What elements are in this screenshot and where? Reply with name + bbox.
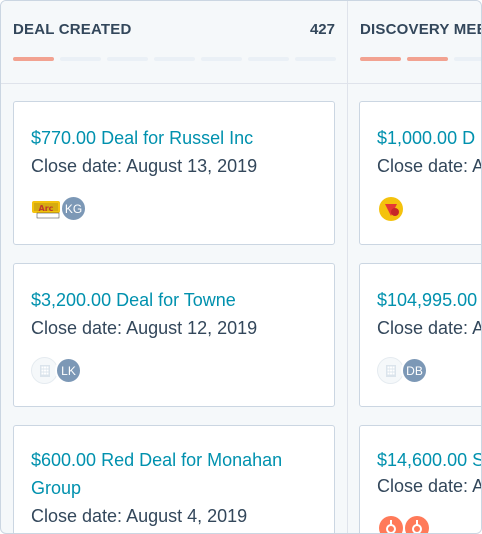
stage-progress [13, 57, 336, 61]
close-date: Close date: A [377, 318, 481, 339]
close-date-value: A [472, 476, 481, 496]
close-date-label: Close date: [31, 318, 123, 338]
close-date-label: Close date: [377, 476, 469, 496]
progress-segment [201, 57, 242, 61]
hubspot-sprocket-icon[interactable] [377, 514, 433, 534]
close-date-label: Close date: [377, 156, 469, 176]
owner-avatar[interactable]: LK [55, 357, 82, 384]
card-associations [377, 514, 433, 534]
deal-card[interactable]: $770.00 Deal for Russel Inc Close date: … [13, 101, 335, 245]
progress-segment [154, 57, 195, 61]
close-date-value: August 13, 2019 [126, 156, 258, 176]
progress-segment [107, 57, 148, 61]
card-associations [377, 195, 405, 223]
deal-name-link[interactable]: $3,200.00 Deal for Towne [31, 286, 331, 314]
stage-deal-count: 427 [309, 21, 335, 38]
deal-name-link[interactable]: $1,000.00 D [377, 124, 481, 152]
close-date-value: A [472, 318, 481, 338]
progress-segment [13, 57, 54, 61]
close-date: Close date: August 4, 2019 [31, 506, 247, 527]
svg-text:Arc: Arc [39, 204, 54, 213]
close-date-value: A [472, 156, 481, 176]
deal-card[interactable]: $104,995.00 Close date: A DB [359, 263, 481, 407]
close-date: Close date: A [377, 476, 481, 497]
close-date-value: August 4, 2019 [126, 506, 248, 526]
close-date: Close date: A [377, 156, 481, 177]
building-icon[interactable] [31, 357, 58, 384]
stage-progress [360, 57, 481, 61]
stage-header: DEAL CREATED 427 [1, 1, 347, 84]
card-associations: Arc KG [31, 195, 87, 222]
deal-name-link[interactable]: $600.00 Red Deal for Monahan Group [31, 446, 331, 502]
comics-logo-icon[interactable]: Arc [31, 198, 61, 220]
close-date: Close date: August 13, 2019 [31, 156, 257, 177]
stage-header: DISCOVERY MEE [348, 1, 482, 84]
progress-segment [295, 57, 336, 61]
stage-column-discovery-meeting: DISCOVERY MEE $1,000.00 D Close date: A [348, 1, 482, 534]
pipeline-board: DEAL CREATED 427 $770.00 Deal for Russel… [0, 0, 482, 534]
owner-avatar[interactable]: DB [401, 357, 428, 384]
deal-card[interactable]: $600.00 Red Deal for Monahan Group Close… [13, 425, 335, 533]
close-date-label: Close date: [31, 156, 123, 176]
card-associations: LK [31, 357, 82, 384]
close-date-label: Close date: [377, 318, 469, 338]
stop-sign-logo-icon[interactable] [377, 195, 405, 223]
progress-segment [60, 57, 101, 61]
close-date-label: Close date: [31, 506, 123, 526]
progress-segment [454, 57, 481, 61]
progress-segment [248, 57, 289, 61]
stage-column-deal-created: DEAL CREATED 427 $770.00 Deal for Russel… [1, 1, 348, 533]
progress-segment [407, 57, 448, 61]
close-date: Close date: August 12, 2019 [31, 318, 257, 339]
deal-card[interactable]: $14,600.00 S Close date: A [359, 425, 481, 534]
deal-card[interactable]: $1,000.00 D Close date: A [359, 101, 481, 245]
close-date-value: August 12, 2019 [126, 318, 258, 338]
deal-name-link[interactable]: $770.00 Deal for Russel Inc [31, 124, 331, 152]
stage-title: DISCOVERY MEE [360, 21, 482, 38]
stage-title: DEAL CREATED [13, 21, 132, 38]
progress-segment [360, 57, 401, 61]
building-icon[interactable] [377, 357, 404, 384]
owner-avatar[interactable]: KG [60, 195, 87, 222]
deal-card[interactable]: $3,200.00 Deal for Towne Close date: Aug… [13, 263, 335, 407]
deal-name-link[interactable]: $104,995.00 [377, 286, 481, 314]
deal-name-link[interactable]: $14,600.00 S [377, 446, 481, 474]
card-associations: DB [377, 357, 428, 384]
